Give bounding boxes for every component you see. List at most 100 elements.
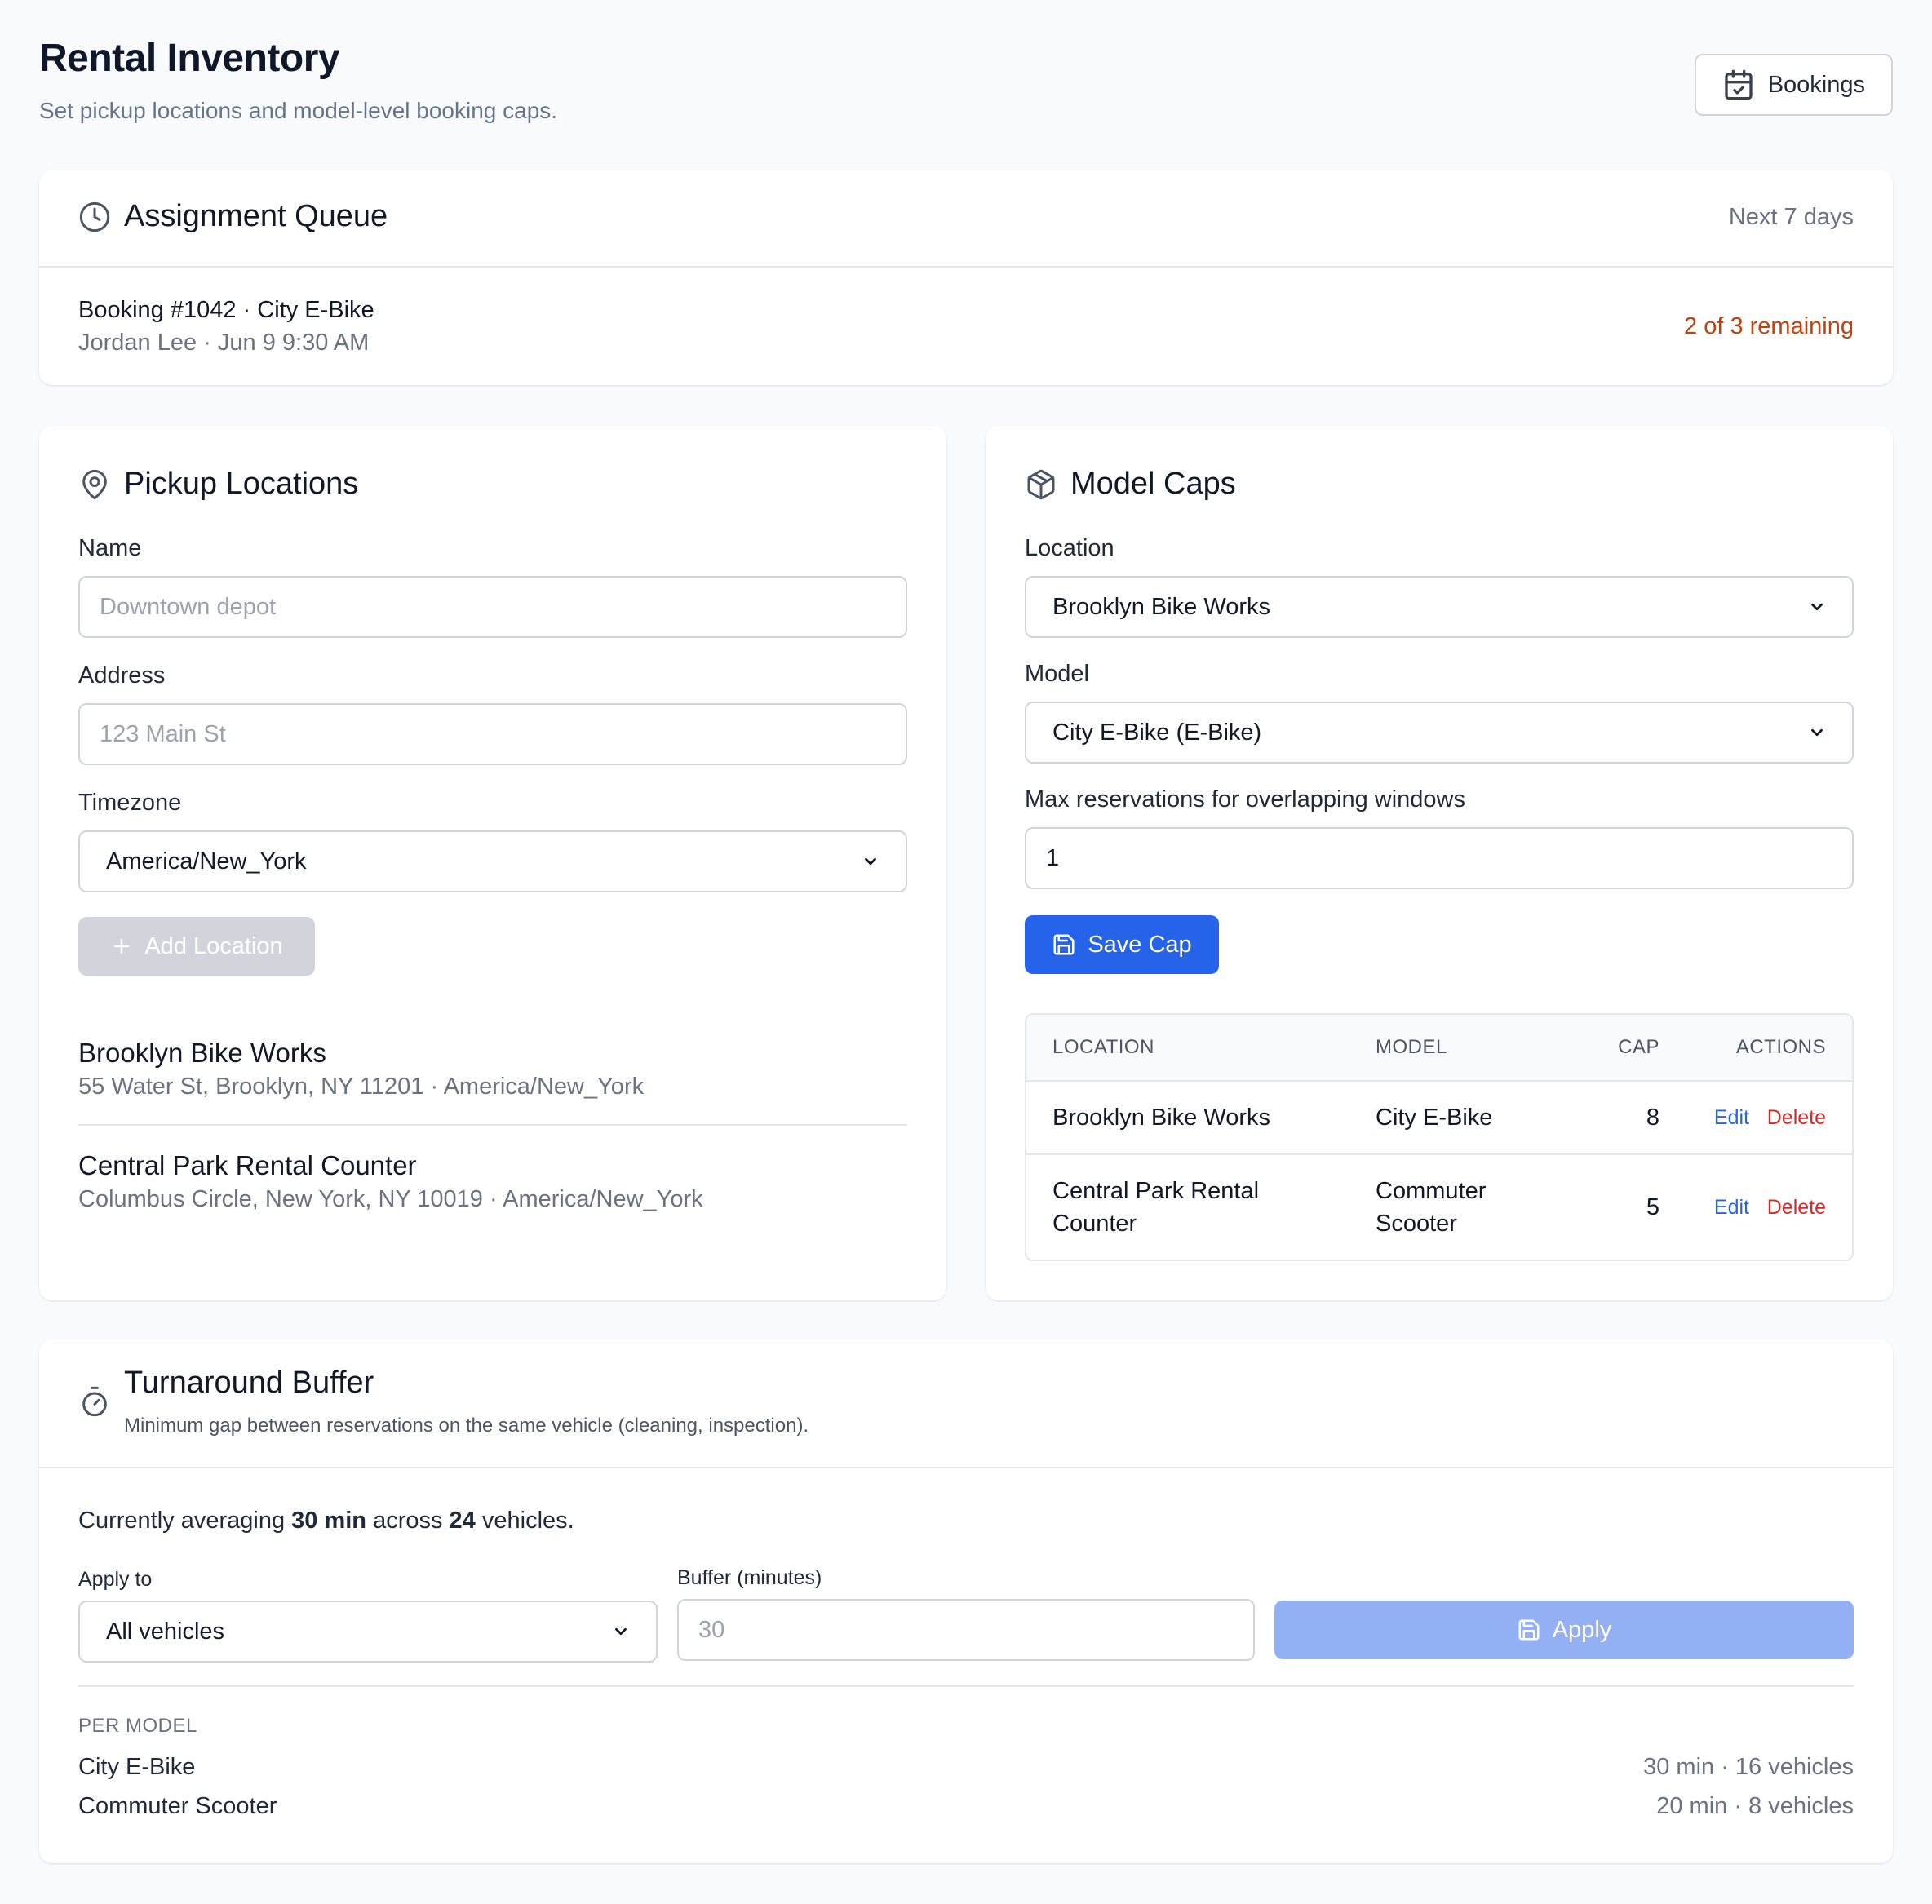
save-cap-button[interactable]: Save Cap [1025, 915, 1219, 974]
col-location: LOCATION [1052, 1036, 1154, 1058]
max-reservations-input[interactable]: 1 [1025, 827, 1854, 889]
model-label: Model [1025, 661, 1089, 687]
buffer-label: Buffer (minutes) [677, 1566, 822, 1589]
page-header: Rental Inventory Set pickup locations an… [39, 0, 1893, 170]
model-caps-card: Model Caps Location Brooklyn Bike Works … [986, 426, 1893, 1300]
turnaround-buffer-card: Turnaround Buffer Minimum gap between re… [39, 1339, 1893, 1863]
turnaround-title: Turnaround Buffer [124, 1366, 374, 1400]
edit-link[interactable]: Edit [1714, 1101, 1749, 1134]
turnaround-header: Turnaround Buffer Minimum gap between re… [39, 1339, 1893, 1468]
caps-table: LOCATION MODEL CAP ACTIONS Brooklyn Bike… [1025, 1013, 1854, 1261]
avg-vehicles: 24 [449, 1508, 476, 1534]
model-caps-title: Model Caps [1070, 467, 1236, 501]
cell-location: Brooklyn Bike Works [1052, 1105, 1270, 1131]
pickup-title: Pickup Locations [124, 467, 359, 501]
page-title: Rental Inventory [39, 37, 340, 80]
page-subtitle: Set pickup locations and model-level boo… [39, 98, 558, 123]
assignment-queue-title: Assignment Queue [124, 199, 388, 233]
apply-label: Apply [1552, 1616, 1612, 1643]
caps-table-header: LOCATION MODEL CAP ACTIONS [1026, 1015, 1852, 1082]
chevron-down-icon [865, 857, 876, 866]
average-summary: Currently averaging 30 min across 24 veh… [78, 1508, 574, 1534]
page: Rental Inventory Set pickup locations an… [0, 0, 1932, 1904]
per-model-name: City E-Bike [78, 1754, 196, 1780]
avg-mid: across [366, 1508, 450, 1534]
add-location-label: Add Location [144, 932, 283, 959]
timezone-select[interactable]: America/New_York [78, 830, 907, 892]
table-row: Central Park Rental Counter Commuter Sco… [1026, 1155, 1852, 1260]
per-model-value: 20 min · 8 vehicles [1656, 1793, 1854, 1819]
col-model: MODEL [1376, 1036, 1447, 1058]
cell-model: City E-Bike [1376, 1105, 1493, 1131]
max-reservations-value: 1 [1046, 844, 1060, 871]
chevron-down-icon [1811, 603, 1823, 611]
avg-prefix: Currently averaging [78, 1508, 292, 1534]
chevron-down-icon [615, 1627, 627, 1636]
remaining-count: 2 of 3 remaining [1684, 313, 1854, 339]
per-model-heading: PER MODEL [78, 1715, 197, 1737]
name-placeholder: Downtown depot [100, 593, 277, 620]
address-input[interactable]: 123 Main St [78, 703, 907, 765]
table-row: Brooklyn Bike Works City E-Bike 8 Edit D… [1026, 1082, 1852, 1155]
apply-to-select[interactable]: All vehicles [78, 1601, 658, 1663]
location-divider [78, 1124, 907, 1126]
save-cap-label: Save Cap [1088, 931, 1192, 958]
name-input[interactable]: Downtown depot [78, 576, 907, 638]
bookings-button[interactable]: Bookings [1694, 54, 1893, 116]
timer-icon [78, 1385, 111, 1418]
per-model-name: Commuter Scooter [78, 1793, 277, 1819]
per-model-value: 30 min · 16 vehicles [1643, 1754, 1854, 1780]
model-value: City E-Bike (E-Bike) [1052, 719, 1262, 746]
timezone-label: Timezone [78, 790, 182, 816]
booking-details: Jordan Lee · Jun 9 9:30 AM [78, 330, 370, 356]
location-meta: 55 Water St, Brooklyn, NY 11201 · Americ… [78, 1074, 645, 1100]
location-value: Brooklyn Bike Works [1052, 593, 1270, 620]
address-label: Address [78, 662, 166, 689]
turnaround-description: Minimum gap between reservations on the … [124, 1415, 809, 1437]
per-model-divider [78, 1685, 1854, 1687]
booking-title[interactable]: Booking #1042 · City E-Bike [78, 297, 374, 324]
apply-to-value: All vehicles [106, 1618, 225, 1645]
col-actions: ACTIONS [1735, 1036, 1826, 1058]
delete-link[interactable]: Delete [1767, 1101, 1826, 1134]
timezone-value: America/New_York [106, 848, 307, 875]
location-label: Location [1025, 535, 1114, 561]
cell-location-line2: Counter [1052, 1211, 1137, 1237]
bookings-label: Bookings [1767, 71, 1865, 98]
name-label: Name [78, 535, 142, 561]
location-name: Brooklyn Bike Works [78, 1038, 326, 1068]
queue-range: Next 7 days [1728, 204, 1854, 230]
buffer-input[interactable]: 30 [677, 1599, 1255, 1661]
col-cap: CAP [1618, 1036, 1659, 1058]
content: Rental Inventory Set pickup locations an… [39, 0, 1893, 1863]
assignment-queue-card: Assignment Queue Next 7 days Booking #10… [39, 170, 1893, 385]
save-icon [1053, 934, 1075, 955]
plus-icon [114, 938, 130, 954]
buffer-placeholder: 30 [698, 1616, 725, 1643]
avg-suffix: vehicles. [475, 1508, 574, 1534]
model-select[interactable]: City E-Bike (E-Bike) [1025, 702, 1854, 764]
cell-model: Commuter [1376, 1178, 1487, 1204]
max-reservations-label: Max reservations for overlapping windows [1025, 786, 1465, 813]
package-icon [1025, 468, 1057, 501]
cell-location: Central Park Rental [1052, 1178, 1260, 1204]
cell-model-line2: Scooter [1376, 1211, 1457, 1237]
map-pin-icon [78, 468, 111, 501]
address-placeholder: 123 Main St [100, 720, 226, 747]
calendar-check-icon [1722, 69, 1755, 101]
location-select[interactable]: Brooklyn Bike Works [1025, 576, 1854, 638]
avg-minutes: 30 min [291, 1508, 367, 1534]
delete-link[interactable]: Delete [1767, 1191, 1826, 1224]
cell-cap: 5 [1646, 1194, 1659, 1220]
clock-icon [78, 201, 111, 233]
apply-button[interactable]: Apply [1274, 1601, 1854, 1659]
edit-link[interactable]: Edit [1714, 1191, 1749, 1224]
pickup-locations-card: Pickup Locations Name Downtown depot Add… [39, 426, 946, 1300]
location-name: Central Park Rental Counter [78, 1150, 417, 1180]
add-location-button[interactable]: Add Location [78, 917, 315, 976]
assignment-queue-header: Assignment Queue Next 7 days [39, 170, 1893, 268]
location-meta: Columbus Circle, New York, NY 10019 · Am… [78, 1186, 703, 1212]
chevron-down-icon [1811, 728, 1823, 737]
save-icon [1518, 1619, 1540, 1641]
cell-cap: 8 [1646, 1105, 1659, 1131]
